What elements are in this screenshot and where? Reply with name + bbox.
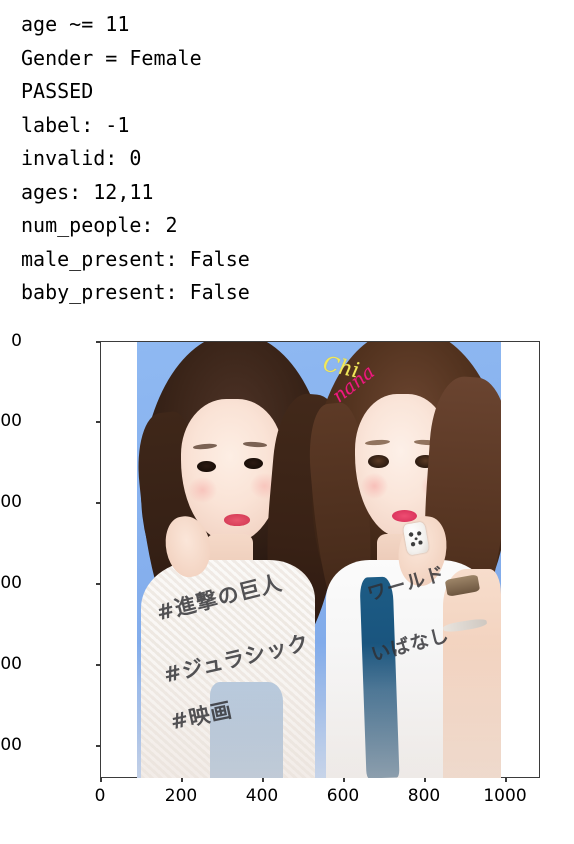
y-tick-mark [96,341,101,343]
y-tick-label-400: 400 [0,492,22,512]
y-tick-mark [96,745,101,747]
x-tick-label-400: 400 [245,786,279,806]
y-tick-label-200: 200 [0,411,22,431]
stdout-line-male-present: male_present: False [21,246,250,271]
person-left-eye [197,460,216,472]
x-tick-label-1000: 1000 [483,786,527,806]
y-tick-label-600: 600 [0,573,22,593]
y-tick-mark [96,583,101,585]
displayed-photo: Chi nana #進撃の巨人 #ジュラシック #映画 ワールド いばなし [137,342,501,778]
stdout-line-label: label: -1 [21,112,130,137]
person-right-cheek [360,472,389,499]
y-tick-mark [96,664,101,666]
matplotlib-figure: 0 200 400 600 800 1000 0 200 400 600 800… [0,320,574,844]
y-tick-mark [96,502,101,504]
stdout-line-ages: ages: 12,11 [21,179,154,204]
x-tick-label-600: 600 [326,786,360,806]
y-tick-label-0: 0 [11,331,22,351]
stdout-line-invalid: invalid: 0 [21,146,142,170]
x-tick-mark [505,777,507,782]
y-tick-label-800: 800 [0,654,22,674]
stdout-line-age: age ~= 11 [21,12,130,36]
y-tick-mark [96,421,101,423]
stdout-line-gender: Gender = Female [21,45,202,70]
stdout-line-baby-present: baby_present: False [21,280,250,304]
person-right-dice-ring [402,521,429,556]
x-tick-label-200: 200 [164,786,198,806]
x-tick-label-800: 800 [407,786,441,806]
plot-axes: Chi nana #進撃の巨人 #ジュラシック #映画 ワールド いばなし [96,341,540,782]
x-tick-mark [100,777,102,782]
person-left-lips [224,514,250,526]
stdout-text-block: age ~= 11 Gender = Female PASSED label: … [21,8,541,310]
stdout-line-num-people: num_people: 2 [21,213,178,237]
stdout-line-status: PASSED [21,79,94,103]
x-tick-label-0: 0 [94,786,106,806]
photo-foreground-shading [137,642,501,778]
y-tick-label-1000: 1000 [0,735,22,755]
